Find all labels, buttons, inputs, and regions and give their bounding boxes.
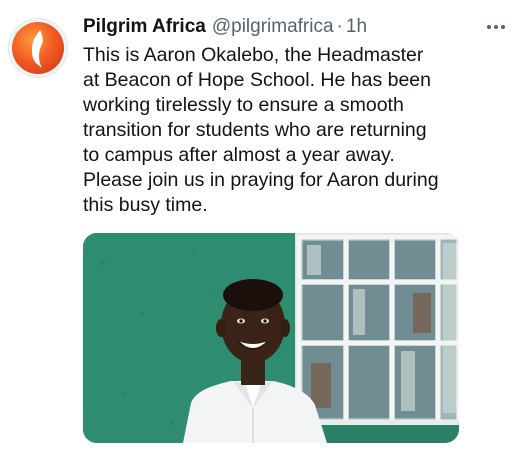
handle[interactable]: @pilgrimafrica: [212, 16, 334, 38]
separator: ·: [336, 16, 343, 37]
tweet-photo[interactable]: [83, 233, 459, 443]
display-name[interactable]: Pilgrim Africa: [83, 16, 206, 38]
timestamp[interactable]: 1h: [346, 16, 367, 38]
avatar[interactable]: [8, 18, 68, 78]
tweet-text: This is Aaron Okalebo, the Headmaster at…: [83, 44, 439, 216]
pilgrim-africa-logo-icon: [12, 22, 64, 74]
more-icon[interactable]: [485, 18, 507, 36]
tweet[interactable]: Pilgrim Africa @pilgrimafrica · 1h This …: [0, 0, 527, 459]
tweet-header: Pilgrim Africa @pilgrimafrica · 1h: [83, 14, 367, 40]
